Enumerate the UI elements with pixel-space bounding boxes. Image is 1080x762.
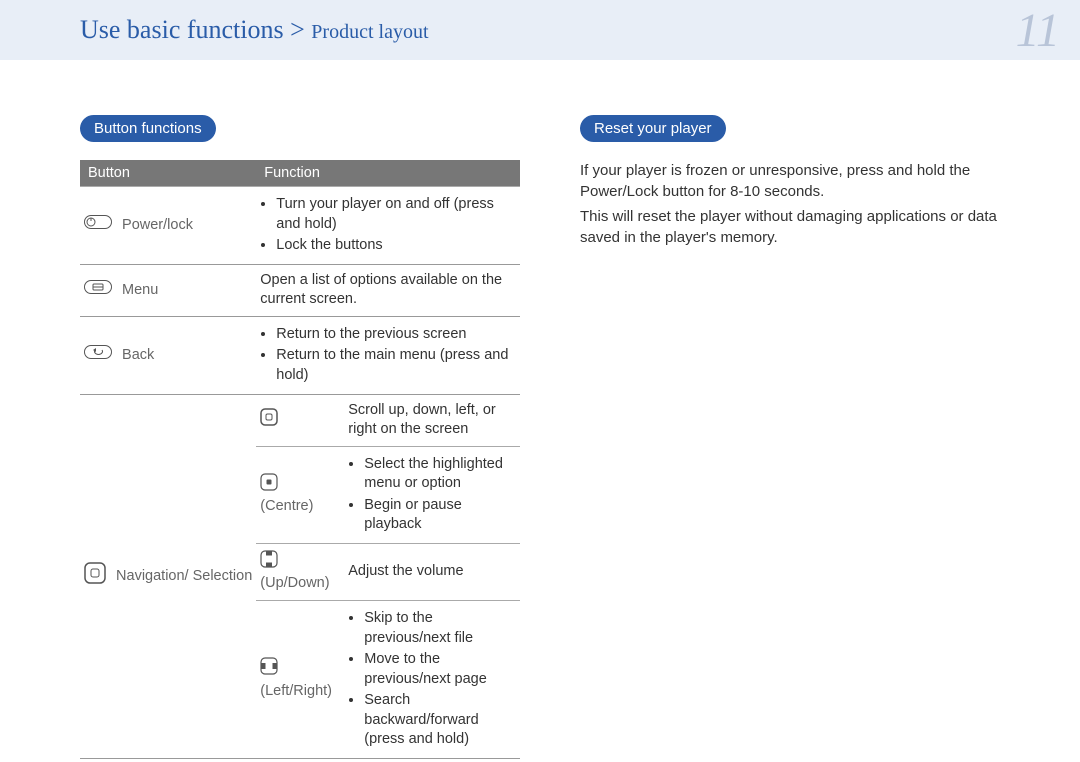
dpad-centre-icon [260, 473, 278, 498]
function-item: Begin or pause playback [364, 496, 516, 535]
function-item: Move to the previous/next page [364, 650, 516, 689]
section-heading-button-functions: Button functions [80, 115, 216, 142]
function-item: Lock the buttons [276, 236, 516, 256]
sub-function: Select the highlighted menu or option Be… [344, 446, 520, 543]
function-item: Select the highlighted menu or option [364, 455, 516, 494]
reset-paragraph-2: This will reset the player without damag… [580, 206, 1020, 248]
breadcrumb-sub: Product layout [311, 21, 428, 43]
button-label: Back [122, 347, 154, 363]
breadcrumb-sep: > [284, 15, 312, 44]
button-cell: Navigation/ Selection [80, 394, 256, 758]
menu-button-icon [84, 280, 112, 301]
sub-function: Adjust the volume [344, 543, 520, 600]
sub-button-cell: (Up/Down) [256, 543, 344, 600]
table-row: Scroll up, down, left, or right on the s… [256, 395, 520, 447]
page-number: 11 [1016, 3, 1060, 58]
breadcrumb: Use basic functions > Product layout [80, 15, 429, 45]
navigation-button-icon [84, 562, 106, 591]
function-item: Skip to the previous/next file [364, 609, 516, 648]
button-label: Navigation/ Selection [116, 568, 252, 584]
back-button-icon [84, 345, 112, 366]
section-heading-reset: Reset your player [580, 115, 726, 142]
page-header: Use basic functions > Product layout 11 [0, 0, 1080, 60]
button-functions-table: Button Function Po [80, 160, 520, 759]
table-row: (Up/Down) Adjust the volume [256, 543, 520, 600]
function-cell: Turn your player on and off (press and h… [256, 187, 520, 265]
sub-button-cell: (Left/Right) [256, 601, 344, 758]
function-cell: Open a list of options available on the … [256, 264, 520, 316]
table-row: Menu Open a list of options available on… [80, 264, 520, 316]
function-item: Search backward/forward (press and hold) [364, 691, 516, 750]
th-function: Function [256, 160, 520, 187]
function-item: Return to the main menu (press and hold) [276, 346, 516, 385]
sub-label-text: (Left/Right) [260, 683, 332, 699]
table-row: Power/lock Turn your player on and off (… [80, 187, 520, 265]
dpad-leftright-icon [260, 657, 278, 682]
power-lock-icon [84, 215, 112, 236]
button-cell: Menu [80, 264, 256, 316]
navigation-sub-table: Scroll up, down, left, or right on the s… [256, 395, 520, 758]
table-row: Back Return to the previous screen Retur… [80, 316, 520, 394]
sub-label-text: (Up/Down) [260, 575, 329, 591]
left-column: Button functions Button Function [80, 115, 520, 759]
table-row: (Centre) Select the highlighted menu or … [256, 446, 520, 543]
function-item: Return to the previous screen [276, 325, 516, 345]
table-row: (Left/Right) Skip to the previous/next f… [256, 601, 520, 758]
button-cell: Back [80, 316, 256, 394]
sub-function: Skip to the previous/next file Move to t… [344, 601, 520, 758]
button-cell: Power/lock [80, 187, 256, 265]
function-cell: Return to the previous screen Return to … [256, 316, 520, 394]
reset-paragraph-1: If your player is frozen or unresponsive… [580, 160, 1020, 202]
breadcrumb-main: Use basic functions [80, 15, 284, 44]
sub-function: Scroll up, down, left, or right on the s… [344, 395, 520, 447]
sub-button-cell [256, 395, 344, 447]
sub-button-cell: (Centre) [256, 446, 344, 543]
table-row: Navigation/ Selection [80, 394, 520, 758]
function-item: Turn your player on and off (press and h… [276, 195, 516, 234]
page-content: Button functions Button Function [0, 60, 1080, 759]
dpad-updown-icon [260, 550, 278, 575]
button-label: Menu [122, 282, 158, 298]
function-cell: Scroll up, down, left, or right on the s… [256, 394, 520, 758]
right-column: Reset your player If your player is froz… [580, 115, 1020, 759]
dpad-outline-icon [260, 408, 278, 433]
button-label: Power/lock [122, 217, 193, 233]
th-button: Button [80, 160, 256, 187]
sub-label-text: (Centre) [260, 498, 313, 514]
